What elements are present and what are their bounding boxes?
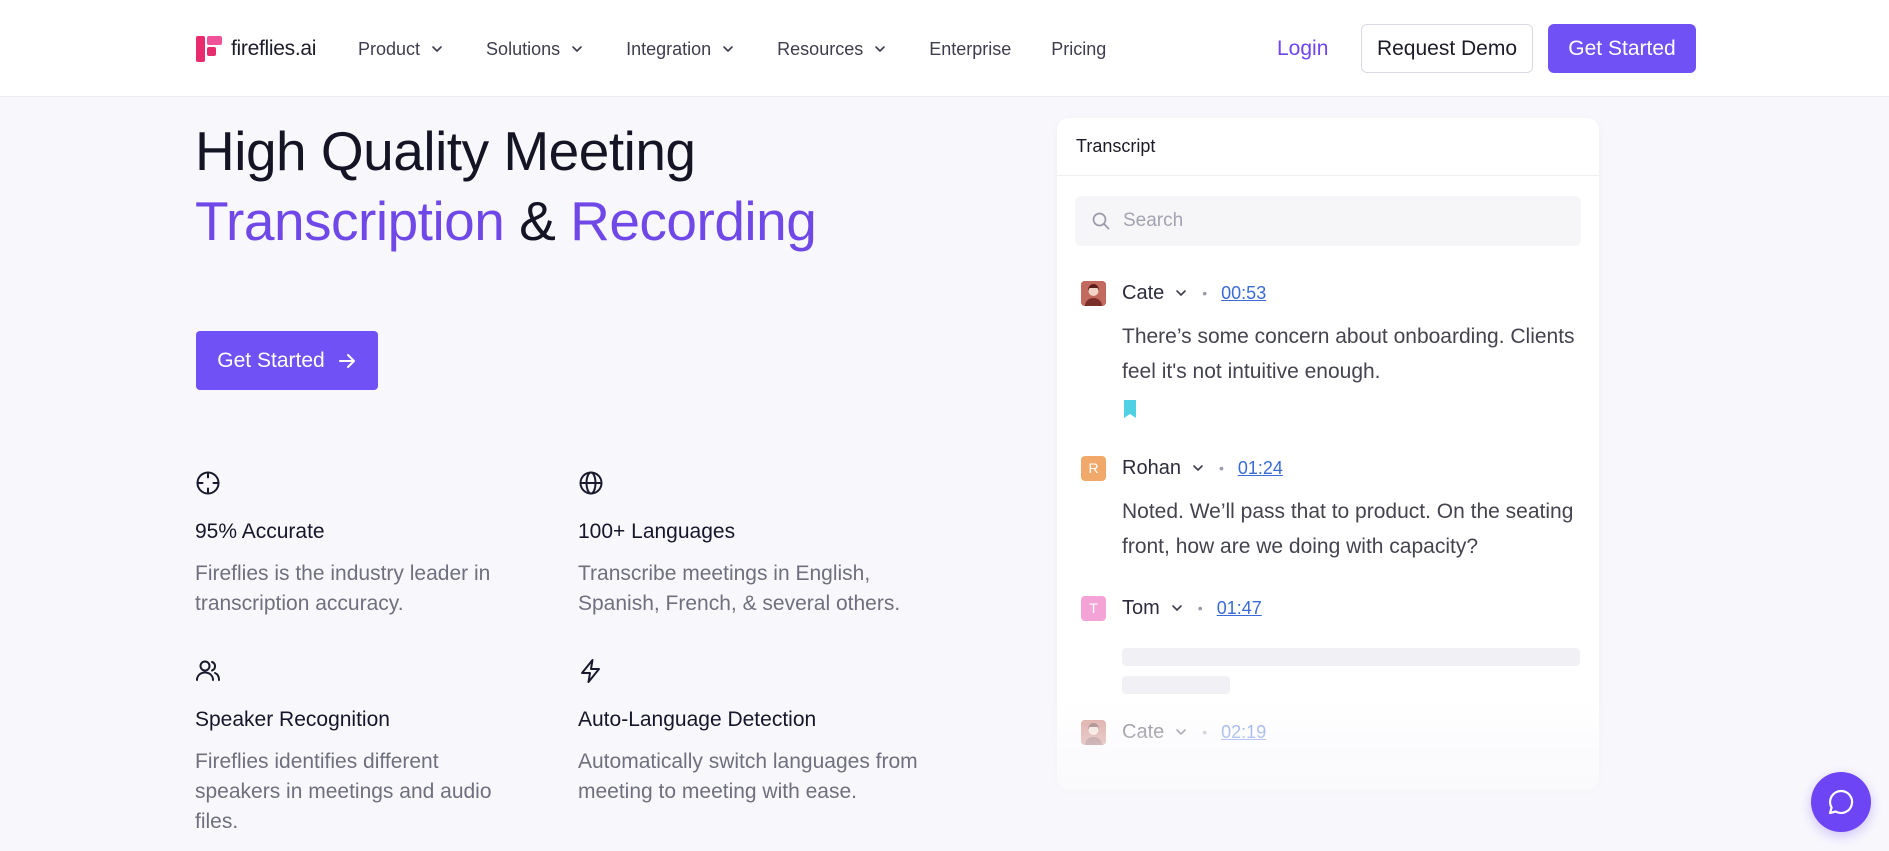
fireflies-logo[interactable]: fireflies.ai [196,34,316,64]
hero-title-line2: Transcription & Recording [195,186,817,256]
lightning-icon [581,659,600,683]
separator-dot: • [1197,600,1203,616]
avatar: R [1081,455,1106,481]
chevron-down-icon[interactable] [1174,286,1188,300]
skeleton-line [1122,648,1580,666]
chevron-down-icon [723,46,733,52]
timestamp-link[interactable]: 00:53 [1221,283,1266,304]
avatar [1081,280,1106,306]
logo-text: fireflies.ai [231,37,317,60]
person-photo-icon [1081,280,1106,306]
transcript-entry: Cate • 02:19 [1081,718,1581,746]
bookmark-icon[interactable] [1122,399,1138,419]
nav-label: Resources [777,38,864,59]
nav-item-pricing[interactable]: Pricing [1051,39,1106,60]
speaker-name: Rohan [1122,456,1181,479]
chevron-down-icon[interactable] [1191,461,1205,475]
transcript-text: There’s some concern about onboarding. C… [1122,325,1575,383]
hero-title-line1: High Quality Meeting [195,120,696,182]
feature-speaker-recognition: Speaker Recognition Fireflies identifies… [195,658,545,838]
transcript-entry: T Tom • 01:47 [1081,594,1581,704]
search-icon [1092,212,1110,230]
timestamp-link[interactable]: 02:19 [1221,722,1266,743]
speaker-row: Cate • 00:53 [1081,279,1581,307]
separator-dot: • [1202,724,1208,740]
nav-label: Product [358,38,421,59]
arrow-right-icon [338,353,355,368]
login-link[interactable]: Login [1277,34,1328,64]
nav-label: Integration [626,38,712,59]
feature-desc: Fireflies is the industry leader in tran… [195,562,491,615]
site-header: fireflies.ai Product Solutions Integrati… [0,0,1889,97]
separator-dot: • [1218,460,1224,476]
users-icon [196,660,220,681]
transcript-entry: R Rohan • 01:24 Noted. We’ll pass that t… [1081,454,1581,564]
timestamp-link[interactable]: 01:47 [1217,598,1262,619]
nav-item-product[interactable]: Product [358,39,444,60]
request-demo-button[interactable]: Request Demo [1361,24,1533,73]
speaker-row: T Tom • 01:47 [1081,594,1581,622]
hero-get-started-button[interactable]: Get Started [196,331,378,390]
speaker-name: Cate [1122,720,1165,743]
feature-desc: Fireflies identifies different speakers … [195,750,492,833]
feature-title: 100+ Languages [578,520,736,543]
transcript-search-input[interactable]: Search [1075,196,1581,246]
nav-item-resources[interactable]: Resources [777,39,887,60]
hero-accent-transcription: Transcription [195,190,505,252]
chevron-down-icon [572,46,582,52]
feature-title: Speaker Recognition [195,708,390,731]
feature-accuracy: 95% Accurate Fireflies is the industry l… [195,470,545,620]
hero-accent-recording: Recording [570,190,817,252]
chevron-down-icon [875,46,886,52]
speaker-row: Cate • 02:19 [1081,718,1581,746]
nav-item-solutions[interactable]: Solutions [486,39,584,60]
transcript-title: Transcript [1057,118,1599,176]
chat-bubble-icon [1828,789,1854,815]
feature-title: Auto-Language Detection [578,708,817,731]
avatar [1081,719,1106,745]
feature-desc: Transcribe meetings in English, Spanish,… [578,562,901,615]
feature-desc: Automatically switch languages from meet… [578,750,918,803]
transcript-card: Transcript Search Cate • 00:53 There’s s… [1057,118,1599,790]
globe-icon [579,471,603,495]
hero-cta-label: Get Started [217,348,325,372]
speaker-row: R Rohan • 01:24 [1081,454,1581,482]
chevron-down-icon [432,46,442,52]
hero-ampersand: & [519,190,556,252]
speaker-name: Tom [1122,596,1160,619]
separator-dot: • [1202,285,1208,301]
nav-label: Enterprise [929,38,1012,59]
search-placeholder: Search [1123,210,1184,231]
nav-label: Pricing [1051,38,1107,59]
transcript-entry: Cate • 00:53 There’s some concern about … [1081,279,1581,424]
person-photo-icon [1081,719,1106,745]
fireflies-logo-icon [196,36,222,62]
feature-auto-language: Auto-Language Detection Automatically sw… [578,658,928,808]
nav-label: Solutions [486,38,561,59]
nav-item-integration[interactable]: Integration [626,39,735,60]
chevron-down-icon[interactable] [1170,601,1184,615]
speaker-name: Cate [1122,281,1165,304]
chevron-down-icon[interactable] [1174,725,1188,739]
avatar: T [1081,595,1106,621]
get-started-button[interactable]: Get Started [1548,24,1696,73]
loading-placeholder [1122,648,1581,694]
nav-item-enterprise[interactable]: Enterprise [929,39,1011,60]
feature-title: 95% Accurate [195,520,325,543]
feature-languages: 100+ Languages Transcribe meetings in En… [578,470,928,620]
transcript-text: Noted. We’ll pass that to product. On th… [1122,500,1574,558]
skeleton-line [1122,676,1230,694]
main-nav: Product Solutions Integration Resources … [358,34,1106,64]
chat-support-button[interactable] [1811,772,1871,832]
hero-title: High Quality Meeting Transcription & Rec… [195,116,817,256]
crosshair-icon [196,471,220,495]
timestamp-link[interactable]: 01:24 [1238,458,1283,479]
